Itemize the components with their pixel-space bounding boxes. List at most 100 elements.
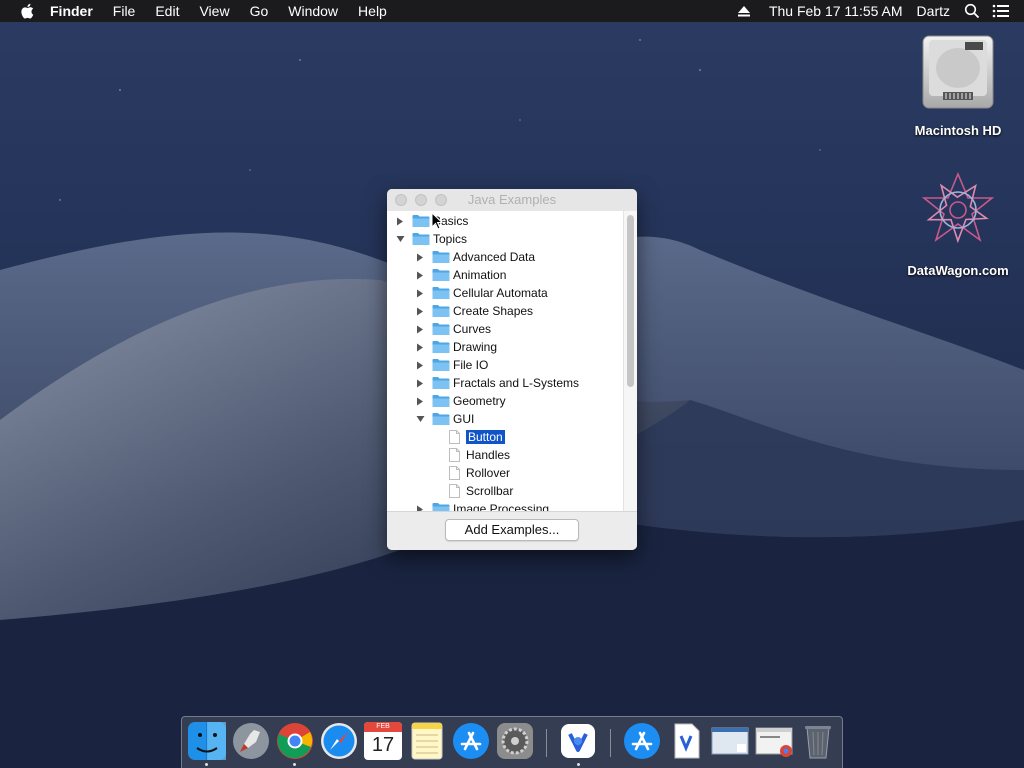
menu-clock[interactable]: Thu Feb 17 11:55 AM <box>765 0 907 22</box>
hard-drive-icon <box>922 35 994 109</box>
calendar-icon[interactable]: FEB 17 <box>364 722 402 760</box>
tree-row[interactable]: Scrollbar <box>387 482 513 500</box>
document-icon[interactable] <box>667 722 705 760</box>
menu-finder[interactable]: Finder <box>40 0 103 22</box>
calendar-month: FEB <box>364 722 402 732</box>
tree-item-label: Scrollbar <box>466 484 514 498</box>
tree-row[interactable]: Geometry <box>387 392 506 410</box>
chrome-window-icon[interactable] <box>755 722 793 760</box>
desktop-icon-label: Macintosh HD <box>914 123 1002 138</box>
tree-row[interactable]: Handles <box>387 446 510 464</box>
tree-row[interactable]: Advanced Data <box>387 248 535 266</box>
tree-row[interactable]: Button <box>387 428 505 446</box>
trash-icon[interactable] <box>799 722 837 760</box>
disclosure-triangle-collapsed-icon[interactable] <box>415 396 425 406</box>
disclosure-triangle-collapsed-icon[interactable] <box>415 288 425 298</box>
folder-icon <box>432 340 450 354</box>
folder-icon <box>432 268 450 282</box>
disclosure-triangle-collapsed-icon[interactable] <box>415 360 425 370</box>
desktop-icon-datawagon[interactable]: DataWagon.com <box>903 170 1013 278</box>
disclosure-triangle-expanded-icon[interactable] <box>395 234 405 244</box>
menu-edit[interactable]: Edit <box>145 0 189 22</box>
finder-icon[interactable] <box>188 722 226 760</box>
tree-item-label: Image Processing <box>453 502 550 511</box>
tree-item-label: Button <box>466 430 505 444</box>
desktop-icon-macintosh-hd[interactable]: Macintosh HD <box>903 32 1013 138</box>
chrome-icon[interactable] <box>276 722 314 760</box>
tree-item-label: Animation <box>453 268 507 282</box>
window-footer: Add Examples... <box>387 511 637 550</box>
disclosure-triangle-expanded-icon[interactable] <box>415 414 425 424</box>
tree-row[interactable]: Create Shapes <box>387 302 533 320</box>
folder-icon <box>432 412 450 426</box>
folder-icon <box>432 250 450 264</box>
tree-row[interactable]: Image Processing <box>387 500 549 511</box>
running-indicator <box>577 763 580 766</box>
menu-help[interactable]: Help <box>348 0 397 22</box>
datawagon-app-icon[interactable] <box>559 722 597 760</box>
notes-icon[interactable] <box>408 722 446 760</box>
menu-window[interactable]: Window <box>278 0 348 22</box>
java-examples-window: Java Examples Basics Topics Advanced Data A… <box>387 189 637 550</box>
disclosure-triangle-collapsed-icon[interactable] <box>395 216 405 226</box>
app-store-downloads-icon[interactable] <box>623 722 661 760</box>
tree-item-label: Drawing <box>453 340 498 354</box>
tree-row[interactable]: Drawing <box>387 338 497 356</box>
scrollbar-thumb[interactable] <box>627 215 634 387</box>
eject-icon[interactable] <box>737 5 751 17</box>
app-store-icon[interactable] <box>452 722 490 760</box>
system-preferences-icon[interactable] <box>496 722 534 760</box>
folder-icon <box>412 214 430 228</box>
tree-row[interactable]: Cellular Automata <box>387 284 548 302</box>
disclosure-triangle-collapsed-icon[interactable] <box>415 342 425 352</box>
window-title: Java Examples <box>467 192 557 207</box>
disclosure-triangle-collapsed-icon[interactable] <box>415 378 425 388</box>
disclosure-triangle-collapsed-icon[interactable] <box>415 504 425 511</box>
calendar-day: 17 <box>371 734 395 756</box>
examples-tree[interactable]: Basics Topics Advanced Data Animation Cellul… <box>387 211 623 511</box>
menu-user[interactable]: Dartz <box>907 0 960 22</box>
folder-icon <box>432 304 450 318</box>
running-indicator <box>205 763 208 766</box>
tree-item-label: File IO <box>453 358 489 372</box>
tree-row[interactable]: Rollover <box>387 464 510 482</box>
menu-go[interactable]: Go <box>240 0 279 22</box>
tree-item-label: Advanced Data <box>453 250 536 264</box>
disclosure-triangle-collapsed-icon[interactable] <box>415 324 425 334</box>
tree-item-label: Fractals and L-Systems <box>453 376 580 390</box>
tree-row[interactable]: Curves <box>387 320 491 338</box>
tree-row[interactable]: File IO <box>387 356 488 374</box>
folder-icon <box>432 376 450 390</box>
file-icon <box>449 430 460 444</box>
tree-row[interactable]: Basics <box>387 212 468 230</box>
tree-row[interactable]: Fractals and L-Systems <box>387 374 579 392</box>
folder-icon <box>412 232 430 246</box>
window-preview-icon[interactable] <box>711 722 749 760</box>
tree-item-label: Curves <box>453 322 492 336</box>
launchpad-icon[interactable] <box>232 722 270 760</box>
folder-icon <box>432 502 450 511</box>
menu-view[interactable]: View <box>189 0 239 22</box>
vertical-scrollbar[interactable] <box>623 211 637 511</box>
tree-row[interactable]: Animation <box>387 266 506 284</box>
search-icon[interactable] <box>964 3 980 19</box>
folder-icon <box>432 322 450 336</box>
control-center-icon[interactable] <box>992 4 1010 18</box>
disclosure-triangle-collapsed-icon[interactable] <box>415 270 425 280</box>
tree-item-label: Geometry <box>453 394 506 408</box>
disclosure-triangle-collapsed-icon[interactable] <box>415 252 425 262</box>
window-titlebar[interactable]: Java Examples <box>387 189 637 212</box>
menu-file[interactable]: File <box>103 0 146 22</box>
folder-icon <box>432 286 450 300</box>
safari-icon[interactable] <box>320 722 358 760</box>
star-pattern-icon <box>921 171 995 244</box>
apple-icon[interactable] <box>20 3 34 19</box>
tree-row[interactable]: Topics <box>387 230 467 248</box>
tree-row[interactable]: GUI <box>387 410 474 428</box>
add-examples-button[interactable]: Add Examples... <box>445 519 579 541</box>
dock-separator <box>610 729 611 757</box>
disclosure-triangle-collapsed-icon[interactable] <box>415 306 425 316</box>
